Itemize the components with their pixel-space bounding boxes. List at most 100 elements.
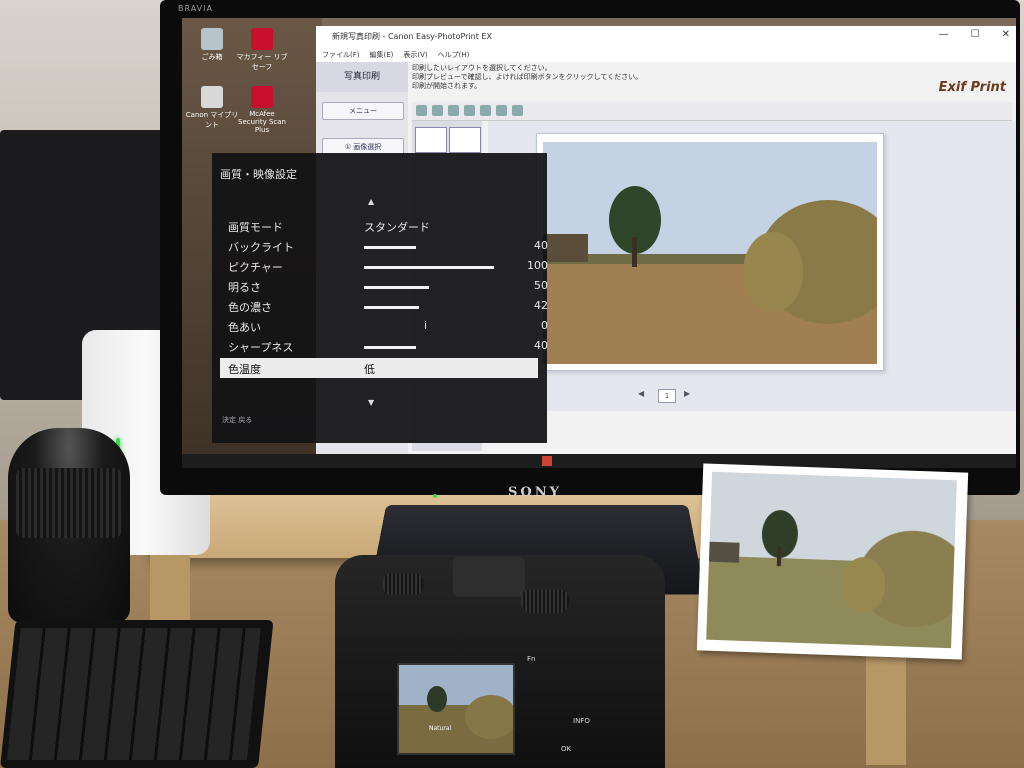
osd-level-bar [364,266,494,269]
tool-icon[interactable] [432,105,443,116]
osd-row-brightness[interactable]: 明るさ 50 [228,277,548,295]
menu-file[interactable]: ファイル(F) [322,50,360,60]
osd-value: 0 [516,319,548,332]
osd-label: シャープネス [228,339,293,355]
window-controls: — ☐ ✕ [939,29,1010,40]
osd-title: 画質・映像設定 [220,166,297,182]
crop-icon[interactable] [448,105,459,116]
osd-label: 画質モード [228,219,283,235]
fn-button[interactable]: Fn [527,655,535,663]
osd-level-bar [364,306,419,309]
tv-picture-settings-osd: 画質・映像設定 ▲ 画質モード スタンダード バックライト 40 ピクチャー 1… [212,153,547,443]
mcafee-scan-icon [251,86,273,108]
camera-lens [8,428,130,623]
desktop-icon-mcafee[interactable]: マカフィー リブセーフ [234,28,290,72]
camera-mode-dial[interactable] [383,573,423,595]
desktop-icon-label: McAfee Security Scan Plus [238,110,286,134]
keyboard-keys [7,628,261,760]
instruction-line: 印刷したいレイアウトを選択してください。 [412,64,972,73]
hue-center-marker: i [424,319,427,332]
osd-label: 色の濃さ [228,299,272,315]
desktop-icon-trash[interactable]: ごみ箱 [184,28,240,62]
osd-row-picture[interactable]: ピクチャー 100 [228,257,548,275]
tool-icon[interactable] [480,105,491,116]
printed-photo-image [706,472,957,648]
prev-page-icon[interactable]: ◀ [638,389,644,398]
tool-icon[interactable] [512,105,523,116]
window-titlebar: 新規写真印刷 - Canon Easy-PhotoPrint EX — ☐ ✕ [316,26,1016,48]
osd-value: 100 [516,259,548,272]
camera-hot-shoe [453,557,525,597]
osd-row-color-temperature[interactable]: 色温度 低 [228,359,548,377]
instruction-text: 印刷したいレイアウトを選択してください。 印刷プレビューで確認し、よければ印刷ボ… [412,64,972,91]
osd-value: スタンダード [364,219,430,235]
camera-lcd: Natural [397,663,515,755]
preview-photo [543,142,877,364]
menu-edit[interactable]: 編集(E) [370,50,394,60]
osd-label: バックライト [228,239,294,255]
windows-taskbar [182,454,1016,468]
minimize-button[interactable]: — [939,29,949,40]
osd-value: 40 [516,339,548,352]
osd-label: 明るさ [228,279,261,295]
info-button[interactable]: INFO [573,717,590,725]
osd-value: 40 [516,239,548,252]
osd-row-picture-mode[interactable]: 画質モード スタンダード [228,217,548,235]
window-title: 新規写真印刷 - Canon Easy-PhotoPrint EX [332,31,492,42]
desktop-icon-label: マカフィー リブセーフ [236,53,287,71]
monitor-model-label: BRAVIA [178,4,213,13]
layout-thumbnail[interactable] [449,127,481,153]
osd-label: 色あい [228,319,261,335]
monitor-screen: ごみ箱 マカフィー リブセーフ Canon マイプリント McAfee Secu… [182,18,1016,468]
menu-bar: ファイル(F) 編集(E) 表示(V) ヘルプ(H) [316,48,1016,62]
instruction-line: 印刷が開始されます。 [412,82,972,91]
camera-control-dial[interactable] [521,589,569,613]
scroll-up-icon: ▲ [368,197,374,206]
preview-toolbar [412,102,1012,121]
menu-help[interactable]: ヘルプ(H) [438,50,470,60]
desktop-icon-label: Canon マイプリント [186,111,239,129]
scroll-down-icon: ▼ [368,398,374,407]
tool-icon[interactable] [464,105,475,116]
lens-focus-ring [16,468,122,538]
mcafee-icon [251,28,273,50]
tool-icon[interactable] [496,105,507,116]
tool-icon[interactable] [416,105,427,116]
layout-thumbnail[interactable] [415,127,447,153]
mirrorless-camera: Natural Fn INFO OK [335,555,665,768]
desktop-icon-canon[interactable]: Canon マイプリント [184,86,240,130]
trash-icon [201,28,223,50]
ok-button[interactable]: OK [561,745,571,753]
power-led [433,494,437,498]
osd-level-bar [364,286,429,289]
osd-level-bar [364,246,416,249]
osd-level-bar [364,346,416,349]
osd-value: 低 [364,361,375,377]
osd-row-color[interactable]: 色の濃さ 42 [228,297,548,315]
left-pane-title: 写真印刷 [316,62,408,92]
desktop-icon-mcafee-scan[interactable]: McAfee Security Scan Plus [234,86,290,134]
instruction-line: 印刷プレビューで確認し、よければ印刷ボタンをクリックしてください。 [412,73,972,82]
desktop-icon-label: ごみ箱 [202,53,223,61]
print-preview-area: ◀ 1 ▶ [488,121,1016,411]
osd-row-hue[interactable]: 色あい i 0 [228,317,548,335]
exif-print-logo: Exif Print [939,80,1006,95]
osd-label: 色温度 [228,361,261,377]
osd-footer-hints: 決定 戻る [222,415,252,425]
osd-label: ピクチャー [228,259,283,275]
camera-lcd-label: Natural [429,725,451,732]
page-number: 1 [658,389,676,403]
menu-view[interactable]: 表示(V) [403,50,427,60]
close-button[interactable]: ✕ [1002,29,1010,40]
printed-photo [697,463,968,659]
osd-row-sharpness[interactable]: シャープネス 40 [228,337,548,355]
preview-paper [536,133,884,371]
osd-value: 42 [516,299,548,312]
keyboard [0,620,274,768]
osd-row-backlight[interactable]: バックライト 40 [228,237,548,255]
maximize-button[interactable]: ☐ [971,29,980,40]
taskbar-app-icon[interactable] [542,456,552,466]
next-page-icon[interactable]: ▶ [684,389,690,398]
menu-button[interactable]: メニュー [322,102,404,120]
printer-icon [201,86,223,108]
